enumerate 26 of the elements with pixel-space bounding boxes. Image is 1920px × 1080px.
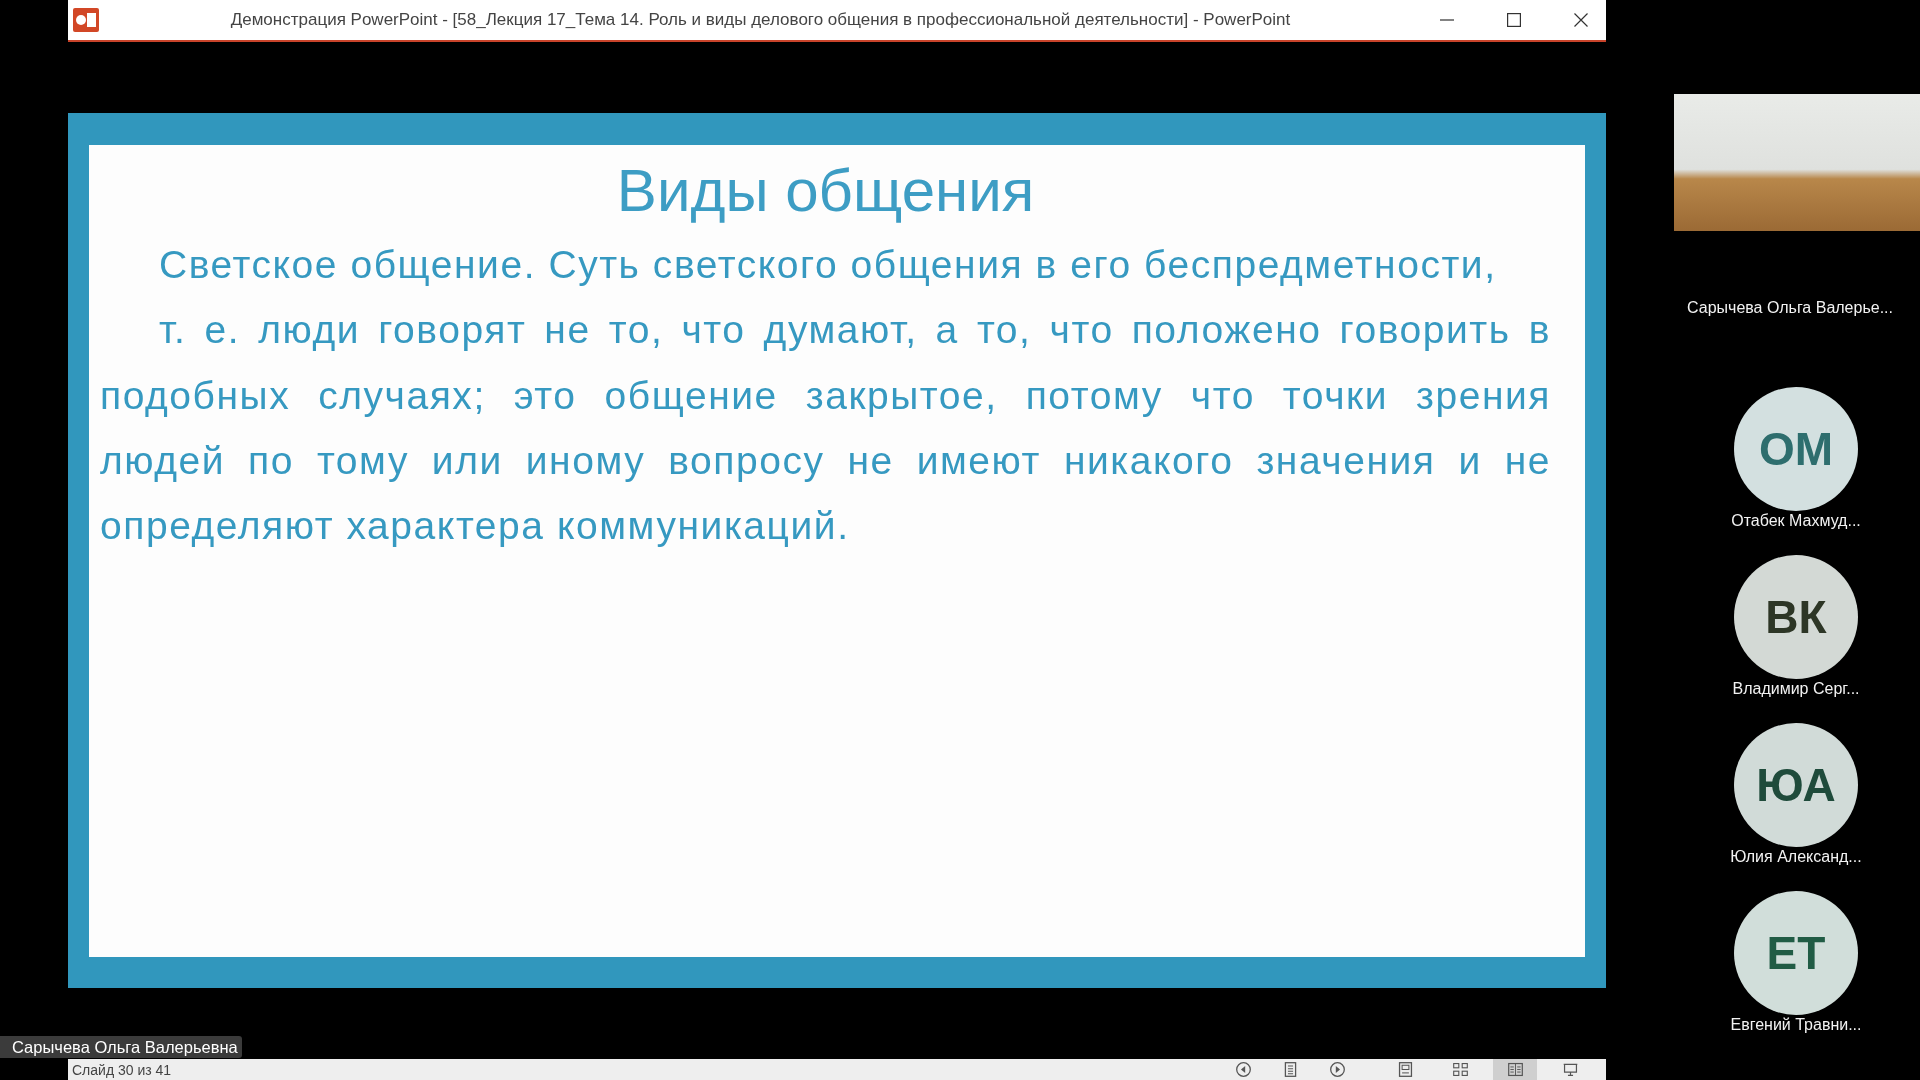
participant-name: Евгений Травни...: [1730, 1015, 1862, 1035]
close-icon: [1574, 13, 1588, 27]
avatar-initials: ЕТ: [1766, 926, 1826, 980]
participant-name: Сарычева Ольга Валерье...: [1687, 298, 1893, 318]
maximize-icon: [1507, 13, 1521, 27]
screen-icon: [1561, 1061, 1579, 1078]
avatar-initials: ЮА: [1756, 758, 1836, 812]
book-icon: [1506, 1061, 1524, 1078]
presenter-name-tag: Сарычева Ольга Валерьевна: [0, 1036, 242, 1058]
avatar-initials: ВК: [1765, 590, 1827, 644]
slide-paragraph: т. е. люди говорят не то, что думают, а то, что положено говорить в подобных случаях; это общение закрытое, потому что точки зрения людей по тому или иному вопросу не имеют никакого значения и не определяют характера коммуникаций.: [100, 307, 1551, 550]
slide-title: Виды общения: [615, 156, 1036, 226]
grid-icon: [1451, 1061, 1469, 1078]
app-icon: [73, 8, 99, 32]
slide-paragraph: Светское общение. Суть светского общения в его беспредметности,: [158, 242, 1498, 288]
next-icon: [1328, 1061, 1346, 1078]
normal-view-icon: [1396, 1061, 1414, 1078]
participant-name: Юлия Александ...: [1730, 847, 1862, 867]
participant-name: Владимир Серг...: [1732, 679, 1860, 699]
window-title: Демонстрация PowerPoint - [58_Лекция 17_Тема 14. Роль и виды делового общения в профессиональной деятельности] - PowerPoint: [229, 10, 1292, 30]
minimize-icon: [1440, 19, 1454, 21]
avatar-initials: ОМ: [1758, 422, 1834, 476]
reading-view-button[interactable]: [1493, 1059, 1537, 1080]
participant-name: Отабек Махмуд...: [1731, 511, 1861, 531]
previous-icon: [1234, 1061, 1252, 1078]
slide-counter: Слайд 30 из 41: [72, 1060, 172, 1079]
